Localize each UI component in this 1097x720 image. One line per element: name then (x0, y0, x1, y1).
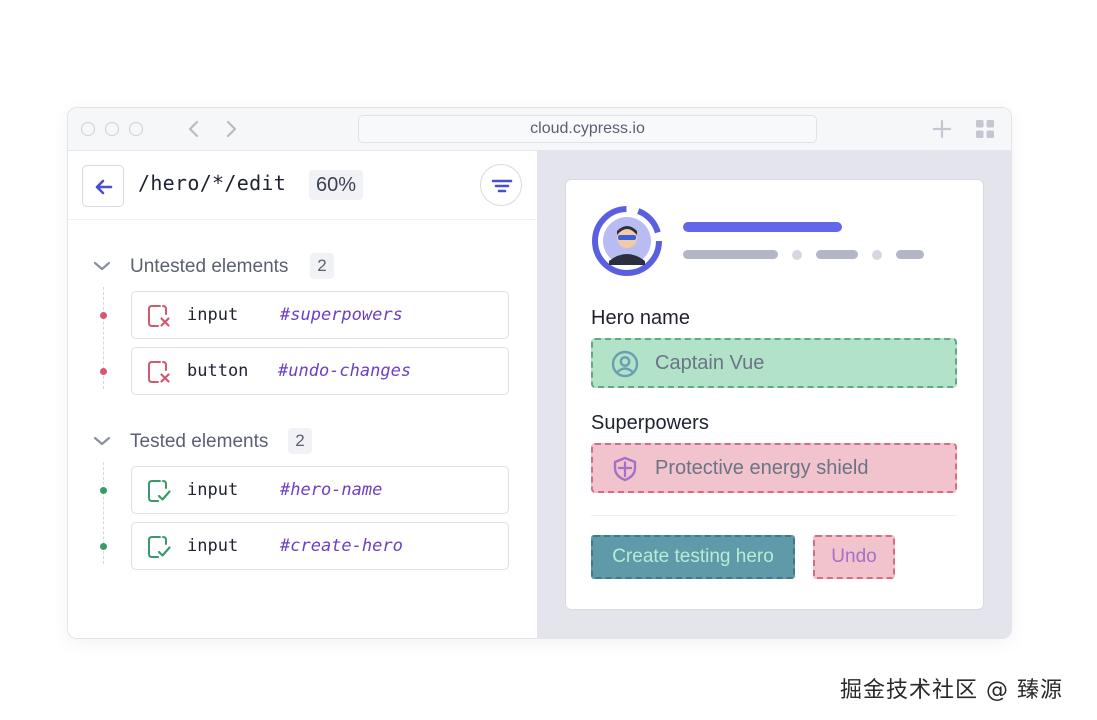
window-close-dot[interactable] (81, 122, 95, 136)
title-placeholder-bar (683, 222, 842, 232)
hero-name-value: Captain Vue (655, 352, 765, 374)
undo-button[interactable]: Undo (813, 535, 895, 579)
meta-placeholder-bar (896, 250, 924, 259)
meta-placeholder-bar (683, 250, 778, 259)
coverage-header: /hero/*/edit 60% (68, 151, 537, 220)
filter-button[interactable] (480, 164, 522, 206)
section-count-badge: 2 (310, 253, 334, 279)
back-button[interactable] (82, 165, 124, 207)
filter-icon (491, 179, 513, 193)
superpowers-value: Protective energy shield (655, 457, 869, 479)
route-path: /hero/*/edit (138, 171, 287, 195)
watermark-text: 掘金技术社区 @ 臻源 (840, 678, 1063, 703)
hero-name-label: Hero name (591, 307, 690, 329)
tree-bullet (100, 312, 107, 319)
chevron-down-icon (93, 436, 111, 446)
avatar (591, 205, 663, 277)
window-maximize-dot[interactable] (129, 122, 143, 136)
browser-titlebar: cloud.cypress.io (68, 108, 1011, 151)
tested-element-item[interactable]: input #create-hero (131, 522, 509, 570)
tab-grid-icon[interactable] (974, 118, 996, 140)
meta-placeholder-bar (816, 250, 858, 259)
chevron-down-icon (93, 261, 111, 271)
section-title: Untested elements (130, 256, 289, 277)
element-type: input (187, 480, 239, 500)
element-selector: #undo-changes (278, 361, 412, 381)
superpowers-field[interactable]: Protective energy shield (591, 443, 957, 493)
address-bar[interactable]: cloud.cypress.io (358, 115, 817, 143)
coverage-panel: /hero/*/edit 60% Untested elements 2 inp… (68, 151, 537, 638)
hero-form-card: Hero name Captain Vue Superpowers Protec… (565, 179, 984, 610)
user-circle-icon (611, 350, 639, 378)
forward-nav-icon[interactable] (220, 118, 242, 140)
untested-element-item[interactable]: button #undo-changes (131, 347, 509, 395)
hero-avatar-icon (592, 206, 662, 276)
element-selector: #create-hero (280, 536, 403, 556)
untested-x-icon (148, 305, 170, 327)
tree-bullet (100, 368, 107, 375)
element-type: input (187, 536, 239, 556)
tested-check-icon (148, 480, 171, 502)
arrow-left-icon (95, 179, 113, 195)
hero-name-field[interactable]: Captain Vue (591, 338, 957, 388)
new-tab-plus-icon[interactable] (931, 118, 953, 140)
shield-icon (613, 456, 637, 482)
untested-x-icon (148, 361, 170, 383)
form-divider (591, 515, 957, 516)
coverage-percentage-badge: 60% (309, 170, 364, 200)
tested-element-item[interactable]: input #hero-name (131, 466, 509, 514)
browser-window: cloud.cypress.io /hero/*/edit 60% Untest… (67, 107, 1012, 639)
back-nav-icon[interactable] (183, 118, 205, 140)
section-title: Tested elements (130, 431, 269, 452)
section-count-badge: 2 (288, 428, 312, 454)
element-selector: #hero-name (280, 480, 383, 500)
tree-bullet (100, 543, 107, 550)
tree-bullet (100, 487, 107, 494)
meta-separator-dot (872, 250, 882, 260)
tested-check-icon (148, 536, 171, 558)
app-preview-pane: Hero name Captain Vue Superpowers Protec… (537, 151, 1011, 638)
create-testing-hero-button[interactable]: Create testing hero (591, 535, 795, 579)
meta-separator-dot (792, 250, 802, 260)
superpowers-label: Superpowers (591, 412, 709, 434)
window-minimize-dot[interactable] (105, 122, 119, 136)
untested-element-item[interactable]: input #superpowers (131, 291, 509, 339)
element-selector: #superpowers (280, 305, 403, 325)
element-type: input (187, 305, 239, 325)
element-type: button (187, 361, 249, 381)
